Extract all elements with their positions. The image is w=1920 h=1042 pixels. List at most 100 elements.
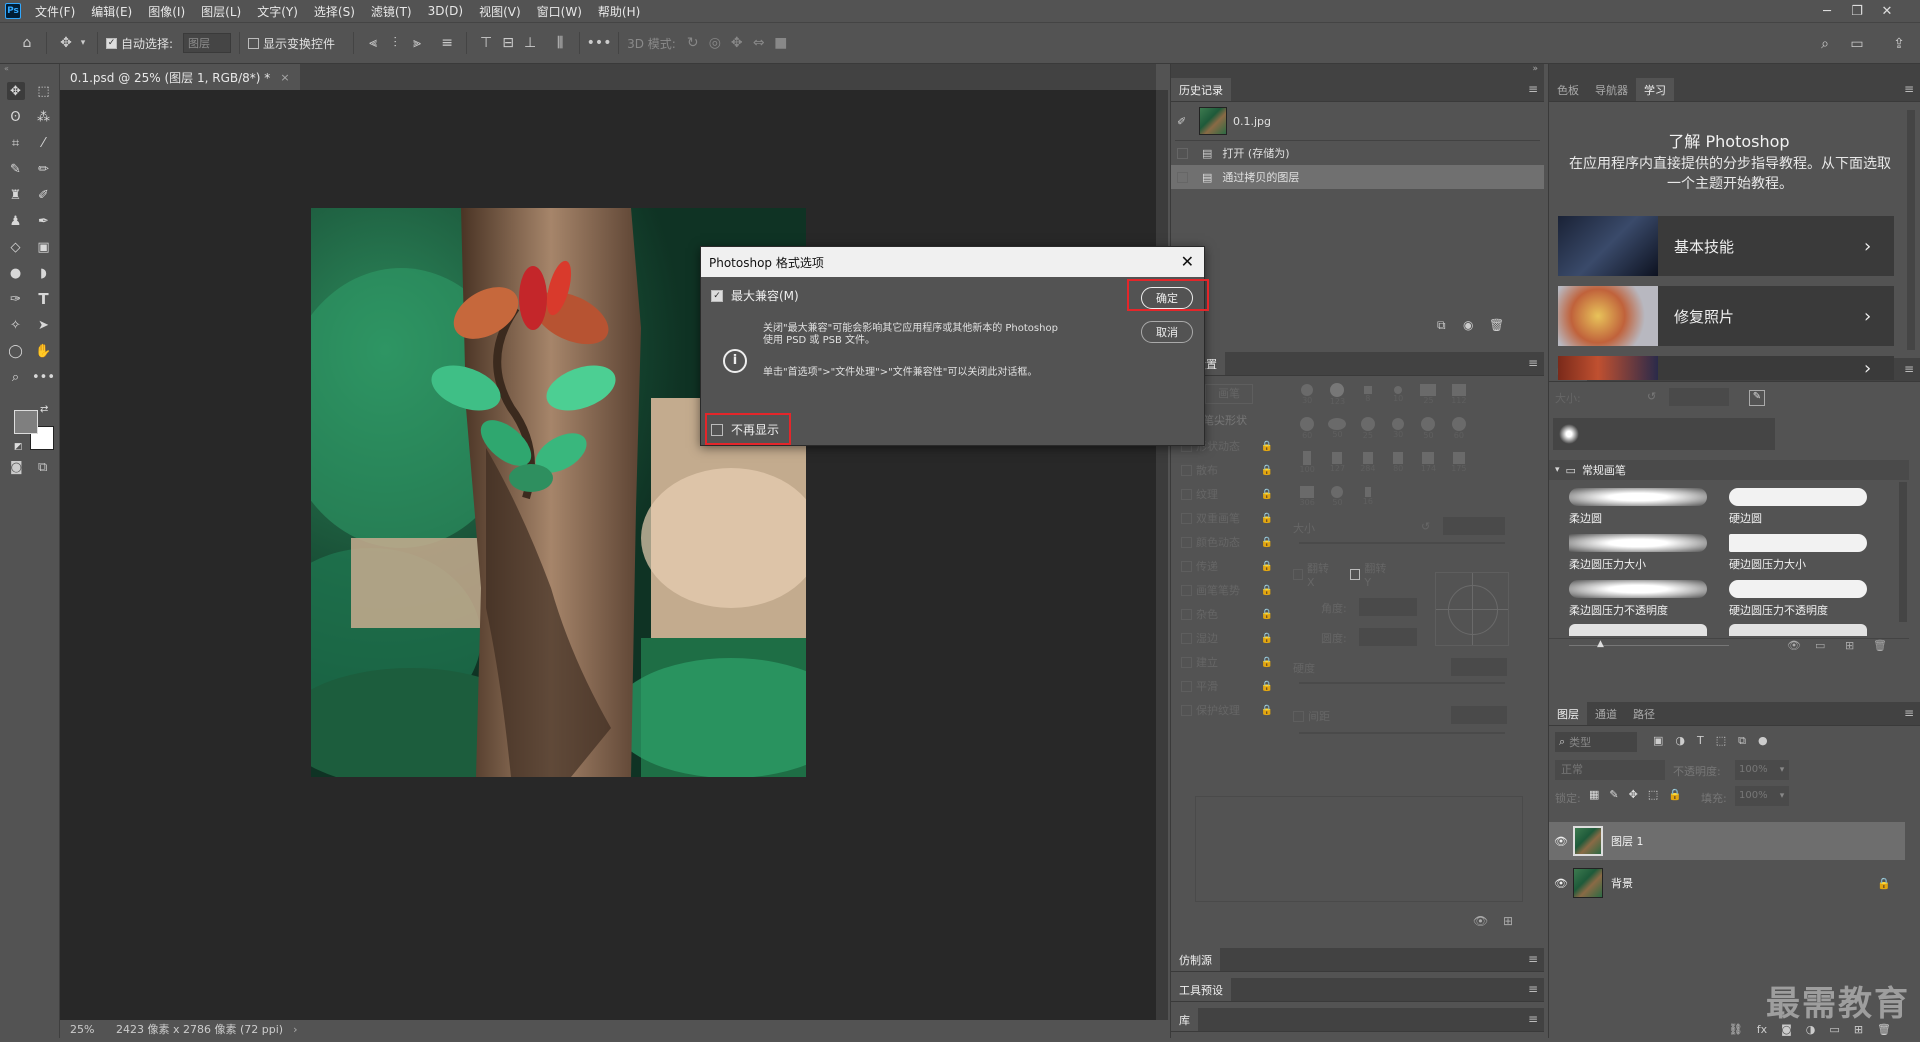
brush-option[interactable]: 散布 [1196, 462, 1218, 478]
auto-select-dropdown[interactable]: 图层 [183, 33, 232, 53]
brush-option[interactable]: 双重画笔 [1196, 510, 1240, 526]
align-right-icon[interactable]: ⫸ [406, 32, 428, 54]
quick-mask-icon[interactable]: ◙ [10, 460, 23, 475]
tab-libraries[interactable]: 库 [1171, 1008, 1198, 1031]
ellipse-tool-icon[interactable]: ◯ [7, 342, 25, 360]
auto-select-checkbox[interactable]: ✓ [106, 37, 117, 49]
toggle-preview-icon[interactable]: 👁 [1787, 639, 1801, 652]
more-options-icon[interactable]: ••• [587, 32, 612, 54]
brush-option[interactable]: 建立 [1196, 654, 1218, 670]
create-brush-icon[interactable]: ⊞ [1503, 914, 1513, 928]
pen-tool-icon[interactable]: ✑ [7, 290, 25, 308]
hand-tool-icon[interactable]: ✋ [35, 342, 53, 360]
path-select-icon[interactable]: ✧ [7, 316, 25, 334]
layer-name[interactable]: 背景 [1611, 875, 1633, 891]
panel-menu-icon[interactable]: ≡ [1904, 82, 1914, 96]
brush-tip-grid[interactable]: 30 123 8 10 25 112 60 50 25 30 50 60 100… [1293, 382, 1473, 514]
layer-name[interactable]: 图层 1 [1611, 833, 1644, 849]
tab-navigator[interactable]: 导航器 [1587, 78, 1636, 101]
angle-field[interactable] [1359, 598, 1417, 616]
lock-icon[interactable]: 🔒 [1877, 877, 1891, 890]
close-tab-icon[interactable]: × [280, 71, 289, 84]
menu-window[interactable]: 窗口(W) [529, 3, 590, 20]
tab-learn[interactable]: 学习 [1636, 78, 1674, 101]
document-tab[interactable]: 0.1.psd @ 25% (图层 1, RGB/8*) * × [60, 64, 300, 90]
menu-layer[interactable]: 图层(L) [193, 3, 249, 20]
max-compat-checkbox[interactable]: ✓ [711, 289, 723, 302]
thumbnail-size-slider[interactable]: ▲ [1597, 639, 1604, 649]
brush-size-slider[interactable] [1299, 542, 1505, 544]
3d-pan-icon[interactable]: ✥ [726, 32, 748, 54]
chevron-down-icon[interactable]: ▾ [77, 32, 89, 54]
brush-option[interactable]: 传递 [1196, 558, 1218, 574]
history-brush-icon[interactable]: ✐ [35, 186, 53, 204]
brush-option[interactable]: 杂色 [1196, 606, 1218, 622]
new-group-icon[interactable]: ▭ [1815, 639, 1825, 652]
history-step-checkbox[interactable] [1177, 147, 1188, 159]
learn-scrollbar[interactable] [1907, 110, 1915, 350]
edit-toolbar-icon[interactable]: ••• [32, 368, 55, 386]
brush-option[interactable]: 平滑 [1196, 678, 1218, 694]
chevron-down-icon[interactable]: ▾ [1555, 465, 1560, 475]
brush-option[interactable]: 保护纹理 [1196, 702, 1240, 718]
blend-mode-dropdown[interactable]: 正常 [1555, 760, 1665, 780]
align-left-icon[interactable]: ⫷ [362, 32, 384, 54]
trash-icon[interactable]: 🗑 [1873, 639, 1887, 652]
panel-menu-icon[interactable]: ≡ [1528, 952, 1538, 966]
cancel-button[interactable]: 取消 [1141, 321, 1193, 343]
tab-paths[interactable]: 路径 [1625, 702, 1663, 725]
brush-preview-strip[interactable] [1553, 418, 1775, 450]
collapse-icon[interactable]: « [0, 64, 59, 74]
show-transform-checkbox[interactable] [248, 37, 260, 49]
panel-menu-icon[interactable]: ≡ [1528, 1012, 1538, 1026]
3d-camera-icon[interactable]: ■ [770, 32, 792, 54]
layer-row[interactable]: 👁 背景 🔒 [1549, 864, 1905, 902]
hardness-field[interactable] [1451, 658, 1507, 676]
history-step-checkbox[interactable] [1177, 171, 1188, 183]
align-bottom-icon[interactable]: ⊥ [519, 32, 541, 54]
brushes-scrollbar[interactable] [1899, 482, 1907, 622]
brush-preset[interactable]: 柔边圆压力大小 [1561, 530, 1717, 574]
align-top-icon[interactable]: ⊤ [475, 32, 497, 54]
screen-mode-icon[interactable]: ⧉ [38, 460, 47, 475]
brush-preset[interactable]: 硬边圆 [1721, 484, 1877, 528]
filter-smart-icon[interactable]: ⧉ [1738, 734, 1746, 748]
filter-type-icon[interactable]: T [1697, 734, 1704, 748]
fill-field[interactable]: 100% [1735, 786, 1775, 806]
dodge-tool-icon[interactable]: ◗ [35, 264, 53, 282]
brush-button[interactable]: 画笔 [1205, 384, 1253, 404]
brush-preset[interactable]: 柔边圆压力不透明度 [1561, 576, 1717, 620]
brush-preset[interactable]: 柔边圆 [1561, 484, 1717, 528]
search-icon[interactable]: ⌕ [1814, 33, 1836, 55]
brush-option[interactable]: 湿边 [1196, 630, 1218, 646]
brush-preset[interactable]: 硬边圆压力不透明度 [1721, 576, 1877, 620]
trash-icon[interactable]: 🗑 [1489, 318, 1504, 332]
new-document-from-state-icon[interactable]: ⧉ [1437, 318, 1446, 333]
lock-artboard-icon[interactable]: ⬚ [1648, 788, 1658, 801]
menu-view[interactable]: 视图(V) [471, 3, 529, 20]
type-tool-icon[interactable]: T [35, 290, 53, 308]
menu-3d[interactable]: 3D(D) [420, 4, 471, 18]
eye-icon[interactable]: 👁 [1549, 835, 1573, 848]
3d-orbit-icon[interactable]: ↻ [682, 32, 704, 54]
close-icon[interactable]: ✕ [1181, 252, 1194, 271]
restore-icon[interactable]: ❐ [1842, 0, 1872, 22]
menu-file[interactable]: 文件(F) [27, 3, 83, 20]
panel-menu-icon[interactable]: ≡ [1528, 982, 1538, 996]
marquee-tool-icon[interactable]: ⬚ [35, 82, 53, 100]
spacing-slider[interactable] [1299, 732, 1505, 734]
reset-icon[interactable]: ↺ [1647, 390, 1656, 403]
hardness-slider[interactable] [1299, 682, 1505, 684]
minimize-icon[interactable]: ─ [1812, 0, 1842, 22]
brush-preset-partial[interactable] [1569, 624, 1707, 636]
spacing-label[interactable]: 间距 [1308, 708, 1330, 724]
lock-position-icon[interactable]: ✥ [1629, 788, 1638, 801]
align-hcenter-icon[interactable]: ⫶ [384, 32, 406, 54]
panel-menu-icon[interactable]: ≡ [1528, 82, 1538, 96]
magic-wand-icon[interactable]: ⁂ [35, 108, 53, 126]
distribute-v-icon[interactable]: ⫼ [549, 32, 571, 54]
menu-edit[interactable]: 编辑(E) [83, 3, 140, 20]
lock-image-icon[interactable]: ✎ [1609, 788, 1618, 801]
art-history-icon[interactable]: ✒ [35, 212, 53, 230]
foreground-color-top[interactable] [14, 410, 38, 434]
